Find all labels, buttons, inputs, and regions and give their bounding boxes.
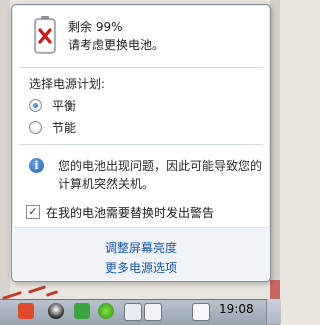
volume-icon[interactable] xyxy=(144,303,162,321)
taskbar-clock[interactable]: 19:08 xyxy=(219,302,254,316)
desktop-background-left xyxy=(0,0,10,324)
battery-replace-message: 请考虑更换电池。 xyxy=(68,38,165,52)
battery-warning-line: 计算机突然关机。 xyxy=(58,177,155,191)
divider xyxy=(19,144,263,145)
qq-icon[interactable] xyxy=(48,303,64,319)
divider xyxy=(19,67,263,68)
more-power-options-link[interactable]: 更多电源选项 xyxy=(12,259,270,276)
checkbox-checked-icon[interactable]: ✓ xyxy=(26,205,40,219)
power-plan-option-power-saver[interactable]: 节能 xyxy=(29,118,76,136)
battery-flyout: 剩余 99% 请考虑更换电池。 选择电源计划: 平衡 节能 i 您的电池出现问题… xyxy=(11,4,271,282)
power-plan-title: 选择电源计划: xyxy=(29,77,106,91)
radio-selected-icon[interactable] xyxy=(29,98,42,112)
battery-warning-text: 您的电池出现问题，因此可能导致您的 计算机突然关机。 xyxy=(58,157,262,193)
power-plan-option-label: 平衡 xyxy=(52,98,77,113)
flyout-footer: 调整屏幕亮度 更多电源选项 xyxy=(12,227,270,281)
info-icon: i xyxy=(29,158,44,173)
battery-warning-line: 您的电池出现问题，因此可能导致您的 xyxy=(58,159,263,173)
network-icon[interactable] xyxy=(192,303,210,321)
battery-error-icon xyxy=(34,16,56,54)
security-icon[interactable] xyxy=(74,303,90,319)
battery-status-header: 剩余 99% 请考虑更换电池。 xyxy=(12,5,270,69)
settings-icon[interactable] xyxy=(98,303,114,319)
replace-battery-warning-label: 在我的电池需要替换时发出警告 xyxy=(46,205,215,220)
battery-percent-label: 剩余 99% xyxy=(68,20,123,34)
power-plan-option-balanced[interactable]: 平衡 xyxy=(29,96,76,114)
sogou-ime-icon[interactable] xyxy=(18,303,34,319)
battery-icon[interactable] xyxy=(124,303,142,321)
radio-unselected-icon[interactable] xyxy=(29,120,42,134)
desktop-background-right xyxy=(270,0,280,324)
adjust-brightness-link[interactable]: 调整屏幕亮度 xyxy=(12,239,270,256)
replace-battery-warning-checkbox-row[interactable]: ✓ 在我的电池需要替换时发出警告 xyxy=(26,204,214,220)
show-desktop-button[interactable] xyxy=(266,299,281,324)
power-plan-option-label: 节能 xyxy=(52,120,77,135)
